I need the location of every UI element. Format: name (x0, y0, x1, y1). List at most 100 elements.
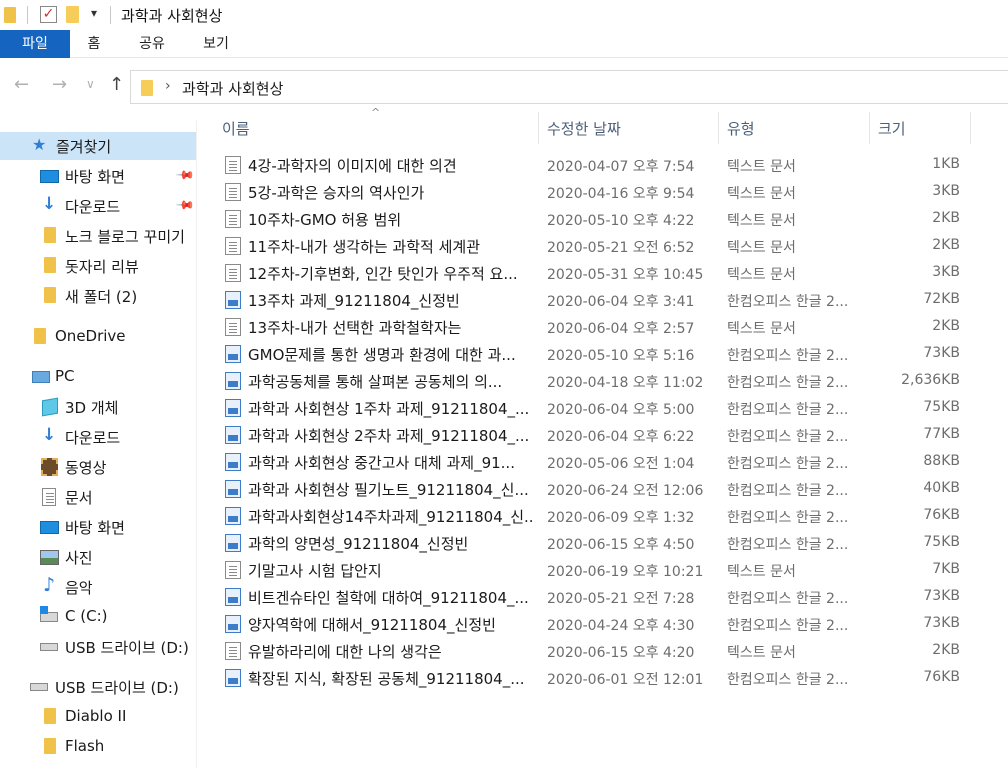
breadcrumb-chevron-icon[interactable]: › (165, 78, 171, 94)
nav-item-folder[interactable]: 돗자리 리뷰 (0, 252, 196, 280)
nav-item-pictures[interactable]: 사진 (0, 543, 196, 571)
nav-label: C (C:) (65, 607, 108, 625)
nav-item-videos[interactable]: 동영상 (0, 453, 196, 481)
file-name: 과학공동체를 통해 살펴본 공동체의 의... (248, 373, 503, 391)
file-modified-date: 2020-06-01 오전 12:01 (547, 672, 704, 688)
title-separator (110, 6, 111, 24)
tab-home[interactable]: 홈 (76, 30, 112, 58)
nav-onedrive[interactable]: OneDrive (0, 323, 196, 351)
file-type: 한컴오피스 한글 2... (727, 510, 849, 526)
up-arrow-icon[interactable]: ↑ (109, 74, 124, 95)
file-row[interactable]: 4강-과학자의 이미지에 대한 의견 2020-04-07 오후 7:54 텍스트 … (220, 152, 980, 179)
hwp-document-icon (225, 372, 241, 390)
column-header-name[interactable]: 이름 (220, 112, 538, 144)
tab-file[interactable]: 파일 (0, 30, 70, 58)
nav-item-folder[interactable]: Flash (0, 733, 196, 761)
new-folder-icon[interactable] (66, 6, 79, 23)
file-modified-date: 2020-04-24 오후 4:30 (547, 618, 695, 634)
column-header-type[interactable]: 유형 (719, 112, 869, 144)
file-size: 88KB (923, 453, 960, 469)
breadcrumb-current[interactable]: 과학과 사회현상 (182, 78, 283, 99)
file-row[interactable]: 과학의 양면성_91211804_신정빈 2020-06-15 오후 4:50 한컴… (220, 530, 980, 557)
pin-icon[interactable]: 📌 (175, 195, 195, 215)
nav-item-folder[interactable]: 새 폴더 (2) (0, 282, 196, 310)
nav-item-downloads[interactable]: ↓ 다운로드 (0, 423, 196, 451)
file-row[interactable]: 과학과 사회현상 1주차 과제_91211804_... 2020-06-04 오… (220, 395, 980, 422)
folder-icon (141, 80, 153, 96)
properties-check-icon[interactable]: ✓ (40, 6, 57, 23)
download-arrow-icon: ↓ (42, 425, 57, 445)
nav-item-usb-drive[interactable]: USB 드라이브 (D:) (0, 633, 196, 661)
file-type: 한컴오피스 한글 2... (727, 591, 849, 607)
file-type: 한컴오피스 한글 2... (727, 429, 849, 445)
file-type: 한컴오피스 한글 2... (727, 672, 849, 688)
file-row[interactable]: 과학과사회현상14주차과제_91211804_신... 2020-06-09 오후… (220, 503, 980, 530)
nav-item-music[interactable]: ♪ 음악 (0, 573, 196, 601)
file-name: 13주차 과제_91211804_신정빈 (248, 292, 460, 310)
file-size: 75KB (923, 534, 960, 550)
desktop-icon (40, 170, 59, 183)
file-row[interactable]: 과학과 사회현상 중간고사 대체 과제_91... 2020-05-06 오전 1… (220, 449, 980, 476)
file-modified-date: 2020-04-16 오후 9:54 (547, 186, 695, 202)
column-divider[interactable] (970, 112, 971, 144)
nav-item-desktop[interactable]: 바탕 화면 (0, 513, 196, 541)
file-row[interactable]: 확장된 지식, 확장된 공동체_91211804_... 2020-06-01 오… (220, 665, 980, 692)
file-row[interactable]: 과학공동체를 통해 살펴본 공동체의 의... 2020-04-18 오후 11:… (220, 368, 980, 395)
nav-quick-access[interactable]: ★ 즐겨찾기 (0, 132, 196, 160)
address-field[interactable]: › 과학과 사회현상 (130, 70, 1008, 104)
usb-drive-icon (30, 683, 48, 691)
file-modified-date: 2020-05-31 오후 10:45 (547, 267, 704, 283)
column-header-date[interactable]: 수정한 날짜 (539, 112, 718, 144)
file-row[interactable]: 과학과 사회현상 2주차 과제_91211804_... 2020-06-04 오… (220, 422, 980, 449)
column-header-size[interactable]: 크기 (870, 112, 970, 144)
star-icon: ★ (32, 135, 47, 154)
file-row[interactable]: 11주차-내가 생각하는 과학적 세계관 2020-05-21 오전 6:52 텍스… (220, 233, 980, 260)
file-row[interactable]: 양자역학에 대해서_91211804_신정빈 2020-04-24 오후 4:30… (220, 611, 980, 638)
folder-icon (4, 7, 16, 23)
file-row[interactable]: 13주차 과제_91211804_신정빈 2020-06-04 오후 3:41 한컴… (220, 287, 980, 314)
file-row[interactable]: 비트겐슈타인 철학에 대하여_91211804_... 2020-05-21 오전… (220, 584, 980, 611)
file-row[interactable]: 13주차-내가 선택한 과학철학자는 2020-06-04 오후 2:57 텍스트 … (220, 314, 980, 341)
usb-drive-icon (40, 643, 58, 651)
file-name: 12주차-기후변화, 인간 탓인가 우주적 요... (248, 265, 518, 283)
navigation-pane: ★ 즐겨찾기 바탕 화면 📌 ↓ 다운로드 📌 노크 블로그 꾸미기 돗자리 리… (0, 120, 200, 768)
forward-arrow-icon[interactable]: → (52, 74, 67, 95)
folder-icon (44, 738, 56, 754)
nav-item-folder[interactable]: Diablo II (0, 703, 196, 731)
file-type: 텍스트 문서 (727, 240, 796, 256)
qat-dropdown-icon[interactable]: ▾ (91, 6, 97, 20)
back-arrow-icon[interactable]: ← (14, 74, 29, 95)
nav-item-downloads[interactable]: ↓ 다운로드 📌 (0, 192, 196, 220)
file-row[interactable]: 12주차-기후변화, 인간 탓인가 우주적 요... 2020-05-31 오후 … (220, 260, 980, 287)
file-row[interactable]: 기말고사 시험 답안지 2020-06-19 오후 10:21 텍스트 문서 7KB (220, 557, 980, 584)
nav-label: PC (55, 367, 75, 385)
nav-item-documents[interactable]: 문서 (0, 483, 196, 511)
file-type: 한컴오피스 한글 2... (727, 294, 849, 310)
nav-item-3d-objects[interactable]: 3D 개체 (0, 393, 196, 421)
nav-usb-drive[interactable]: USB 드라이브 (D:) (0, 673, 196, 701)
nav-label: 다운로드 (65, 198, 121, 216)
tab-view[interactable]: 보기 (194, 30, 238, 58)
file-row[interactable]: 10주차-GMO 허용 범위 2020-05-10 오후 4:22 텍스트 문서 2K… (220, 206, 980, 233)
file-name: 11주차-내가 생각하는 과학적 세계관 (248, 238, 481, 256)
nav-item-desktop[interactable]: 바탕 화면 📌 (0, 162, 196, 190)
file-modified-date: 2020-05-10 오후 4:22 (547, 213, 695, 229)
nav-item-folder[interactable]: 노크 블로그 꾸미기 (0, 222, 196, 250)
file-size: 73KB (923, 345, 960, 361)
file-modified-date: 2020-06-24 오전 12:06 (547, 483, 704, 499)
file-name: 양자역학에 대해서_91211804_신정빈 (248, 616, 496, 634)
nav-this-pc[interactable]: PC (0, 363, 196, 391)
hwp-document-icon (225, 345, 241, 363)
nav-item-c-drive[interactable]: C (C:) (0, 603, 196, 631)
file-row[interactable]: 5강-과학은 승자의 역사인가 2020-04-16 오후 9:54 텍스트 문서 3… (220, 179, 980, 206)
file-row[interactable]: GMO문제를 통한 생명과 환경에 대한 과... 2020-05-10 오후 5… (220, 341, 980, 368)
recent-locations-icon[interactable]: ∨ (86, 77, 95, 91)
text-document-icon (225, 237, 241, 255)
desktop-icon (40, 521, 59, 534)
file-row[interactable]: 과학과 사회현상 필기노트_91211804_신... 2020-06-24 오전… (220, 476, 980, 503)
pin-icon[interactable]: 📌 (175, 165, 195, 185)
file-modified-date: 2020-06-04 오후 3:41 (547, 294, 695, 310)
tab-share[interactable]: 공유 (130, 30, 174, 58)
file-row[interactable]: 유발하라리에 대한 나의 생각은 2020-06-15 오후 4:20 텍스트 문서… (220, 638, 980, 665)
file-name: 4강-과학자의 이미지에 대한 의견 (248, 157, 457, 175)
